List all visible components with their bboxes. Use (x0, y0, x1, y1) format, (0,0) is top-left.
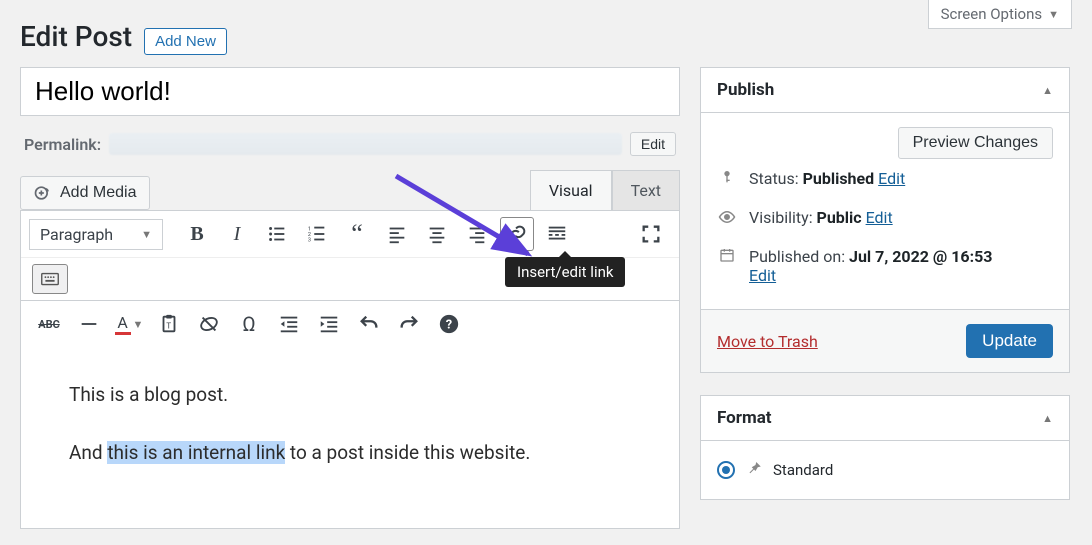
pin-icon (745, 459, 763, 481)
help-button[interactable]: ? (432, 307, 466, 341)
text-color-button[interactable]: A ▼ (112, 307, 146, 341)
permalink-url (109, 133, 622, 155)
paste-text-button[interactable]: T (152, 307, 186, 341)
eye-icon (717, 208, 737, 226)
format-option-standard[interactable]: Standard (717, 455, 1053, 485)
visibility-value: Public (817, 208, 862, 227)
tooltip-insert-link: Insert/edit link (505, 257, 625, 287)
permalink-row: Permalink: Edit (20, 126, 680, 170)
redo-button[interactable] (392, 307, 426, 341)
indent-button[interactable] (312, 307, 346, 341)
visibility-label: Visibility: (749, 208, 817, 227)
selected-text: this is an internal link (107, 441, 285, 464)
toolbar-toggle-button[interactable] (32, 264, 68, 294)
toolbar-row-1: Paragraph ▼ B I 123 “ (21, 211, 679, 258)
numbered-list-button[interactable]: 123 (300, 217, 334, 251)
status-label: Status: (749, 169, 803, 188)
published-label: Published on: (749, 247, 849, 266)
published-edit-link[interactable]: Edit (749, 266, 776, 285)
chevron-down-icon: ▼ (1048, 8, 1059, 21)
chevron-up-icon: ▲ (1042, 412, 1053, 425)
strikethrough-button[interactable]: ABC (32, 307, 66, 341)
preview-changes-button[interactable]: Preview Changes (898, 127, 1053, 159)
paragraph: This is a blog post. (69, 379, 631, 411)
special-character-button[interactable]: Ω (232, 307, 266, 341)
status-edit-link[interactable]: Edit (878, 169, 905, 188)
toolbar-row-3: ABC A ▼ T Ω (21, 301, 679, 347)
format-title: Format (717, 408, 772, 428)
published-value: Jul 7, 2022 @ 16:53 (849, 247, 992, 266)
paragraph: And this is an internal link to a post i… (69, 437, 631, 469)
radio-checked (717, 461, 735, 479)
editor: Paragraph ▼ B I 123 “ (20, 210, 680, 529)
chevron-down-icon: ▼ (141, 228, 152, 241)
publish-panel-header[interactable]: Publish ▲ (701, 68, 1069, 113)
chevron-up-icon: ▲ (1042, 84, 1053, 97)
format-label: Standard (773, 461, 833, 479)
undo-button[interactable] (352, 307, 386, 341)
bullet-list-button[interactable] (260, 217, 294, 251)
chevron-down-icon: ▼ (133, 318, 144, 331)
key-icon (717, 169, 737, 185)
fullscreen-button[interactable] (634, 217, 668, 251)
horizontal-rule-button[interactable] (72, 307, 106, 341)
page-title: Edit Post (20, 20, 132, 53)
format-panel-header[interactable]: Format ▲ (701, 396, 1069, 441)
visibility-edit-link[interactable]: Edit (866, 208, 893, 227)
permalink-label: Permalink: (24, 135, 101, 154)
tab-text[interactable]: Text (612, 170, 680, 210)
calendar-icon (717, 247, 737, 263)
update-button[interactable]: Update (966, 324, 1053, 358)
format-select-label: Paragraph (40, 225, 113, 244)
post-title-input[interactable] (20, 67, 680, 116)
publish-title: Publish (717, 80, 774, 100)
format-select[interactable]: Paragraph ▼ (29, 219, 163, 250)
media-icon (33, 183, 53, 203)
italic-button[interactable]: I (220, 217, 254, 251)
permalink-edit-button[interactable]: Edit (630, 132, 676, 156)
svg-text:3: 3 (308, 237, 311, 243)
status-value: Published (803, 169, 875, 188)
move-to-trash-link[interactable]: Move to Trash (717, 332, 818, 351)
clear-formatting-button[interactable] (192, 307, 226, 341)
bold-button[interactable]: B (180, 217, 214, 251)
screen-options-tab[interactable]: Screen Options ▼ (928, 0, 1072, 29)
blockquote-button[interactable]: “ (340, 217, 374, 251)
screen-options-label: Screen Options (941, 5, 1043, 23)
svg-text:?: ? (446, 318, 452, 333)
add-media-label: Add Media (60, 184, 137, 202)
svg-text:T: T (166, 322, 171, 332)
add-media-button[interactable]: Add Media (20, 176, 150, 210)
editor-content[interactable]: This is a blog post. And this is an inte… (21, 347, 679, 528)
add-new-button[interactable]: Add New (144, 28, 227, 55)
publish-panel: Publish ▲ Preview Changes Status: Publis… (700, 67, 1070, 373)
format-panel: Format ▲ Standard (700, 395, 1070, 500)
outdent-button[interactable] (272, 307, 306, 341)
